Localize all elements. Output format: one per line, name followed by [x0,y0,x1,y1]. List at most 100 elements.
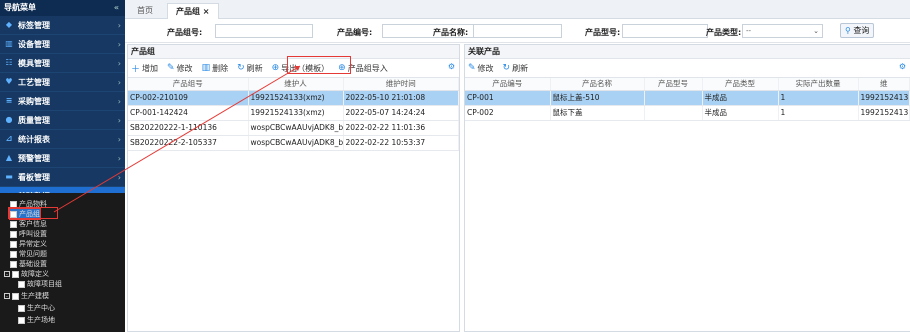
col-header[interactable]: 产品组号 [128,78,249,91]
highlight-box [287,56,351,74]
cell: CP-001 [465,90,551,106]
edit-button[interactable]: ✎ 修改 [468,63,494,74]
chevron-right-icon: › [117,97,121,106]
col-header[interactable]: 产品名称 [550,78,645,91]
col-header[interactable]: 维护人 [248,78,344,91]
cell: wospCBCwAAUvjADK8_b [248,135,344,151]
menu-report[interactable]: ⊿ 统计报表 › [0,130,125,149]
menu-process[interactable]: ♥ 工艺管理 › [0,73,125,92]
expand-icon[interactable]: - [4,271,10,278]
table-row[interactable]: SB20220222-1-110136 wospCBCwAAUvjADK8_b 20… [128,120,459,136]
table-row[interactable]: SB20220222-2-105337 wospCBCwAAUvjADK8_b 20… [128,135,459,151]
tree-item-production-model[interactable]: - 生产建模 [4,291,49,301]
menu-tag[interactable]: ◆ 标签管理 › [0,16,125,35]
cell: 鼠标下盖 [550,105,645,121]
add-button[interactable]: ＋增加 [131,62,158,75]
cell: 1992152413 [858,105,910,121]
cell: 1992152413 [858,90,910,106]
tree-item-call-settings[interactable]: 呼叫设置 [10,229,47,239]
product-model-label: 产品型号: [585,28,621,37]
tree-item-production-site[interactable]: 生产场地 [18,315,55,325]
gear-icon[interactable]: ⚙ [448,62,455,71]
board-icon: ▬ [5,172,13,181]
cell: 鼠标上盖-510 [550,90,645,106]
export-icon: ⊕ [271,63,280,73]
cell [644,105,703,121]
menu-device[interactable]: ▥ 设备管理 › [0,35,125,54]
expand-icon[interactable]: - [4,293,10,300]
tree-item-fault-group[interactable]: 故障项目组 [18,279,62,289]
col-header[interactable]: 维 [858,78,910,91]
cell: 半成品 [702,105,779,121]
cell: CP-002 [465,105,551,121]
menu-purchase[interactable]: ≡ 采购管理 › [0,92,125,111]
tree-item-production-center[interactable]: 生产中心 [18,303,55,313]
cell: CP-002-210109 [128,90,249,106]
chevron-right-icon: › [117,40,121,49]
chevron-right-icon: › [117,21,121,30]
menu-quality[interactable]: ● 质量管理 › [0,111,125,130]
refresh-icon: ↻ [502,63,511,73]
sidebar-title: 导航菜单 « [0,0,125,16]
table-row[interactable]: CP-002 鼠标下盖 半成品 1 1992152413 [465,105,910,121]
collapse-icon[interactable]: « [114,0,119,16]
trash-icon: ▥ [201,63,211,73]
cell: SB20220222-2-105337 [128,135,249,151]
tree-item-faq[interactable]: 常见问题 [10,249,47,259]
col-header[interactable]: 实际产出数量 [778,78,859,91]
col-header[interactable]: 产品编号 [465,78,551,91]
product-name-input[interactable] [473,24,562,38]
product-model-input[interactable] [622,24,708,38]
product-code-label: 产品编号: [337,28,373,37]
cell: wospCBCwAAUvjADK8_b [248,120,344,136]
cart-icon: ≡ [5,96,13,105]
tree-item-basic-settings[interactable]: 基础设置 [10,259,47,269]
query-button[interactable]: ⚲ 查询 [840,23,875,38]
search-icon: ⚲ [845,26,851,35]
tab-product-group[interactable]: 产品组 × [167,3,219,19]
table-row[interactable]: CP-001 鼠标上盖-510 半成品 1 1992152413 [465,90,910,106]
page-icon [18,280,25,288]
cell [644,90,703,106]
col-header[interactable]: 维护时间 [343,78,459,91]
menu-mold[interactable]: ☷ 模具管理 › [0,54,125,73]
chevron-right-icon: › [117,135,121,144]
refresh-button[interactable]: ↻ 刷新 [237,63,263,74]
gear-icon[interactable]: ⚙ [899,62,906,71]
refresh-button[interactable]: ↻ 刷新 [503,63,529,74]
page-icon [10,240,17,248]
chevron-right-icon: › [117,116,121,125]
product-type-label: 产品类型: [706,28,742,37]
col-header[interactable]: 产品类型 [702,78,779,91]
group-code-input[interactable] [215,24,313,38]
product-type-select[interactable]: -- ⌄ [742,24,823,38]
highlight-box [8,207,58,219]
delete-button[interactable]: ▥ 删除 [202,63,229,74]
chevron-right-icon: › [117,154,121,163]
pencil-icon: ✎ [167,63,175,73]
main-area: 首页 产品组 × 产品组号: 产品编号: 产品名称: 产品型号: 产品类型: -… [125,0,910,332]
tree-item-customer[interactable]: 客户信息 [10,219,47,229]
tab-home[interactable]: 首页 [129,3,161,19]
table-row[interactable]: CP-001-142424 19921524133(xmz) 2022-05-07 … [128,105,459,121]
pencil-icon: ✎ [468,63,476,73]
table-row[interactable]: CP-002-210109 19921524133(xmz) 2022-05-10 … [128,90,459,106]
tab-bar: 首页 产品组 × [125,0,910,19]
edit-button[interactable]: ✎ 修改 [167,63,193,74]
quality-icon: ● [5,115,13,124]
mold-icon: ☷ [5,58,13,67]
col-header[interactable]: 产品型号 [644,78,703,91]
page-icon [18,316,25,324]
cell: CP-001-142424 [128,105,249,121]
menu-board[interactable]: ▬ 看板管理 › [0,168,125,187]
tree-item-fault-def[interactable]: - 故障定义 [4,269,49,279]
alert-icon: ▲ [5,153,13,162]
product-name-label: 产品名称: [433,28,469,37]
menu-alert[interactable]: ▲ 预警管理 › [0,149,125,168]
cell: 19921524133(xmz) [248,90,344,106]
tree-item-exception-def[interactable]: 异常定义 [10,239,47,249]
table-header: 产品编号 产品名称 产品型号 产品类型 实际产出数量 维 [465,78,910,91]
device-icon: ▥ [5,39,13,48]
cell: SB20220222-1-110136 [128,120,249,136]
right-toolbar: ✎ 修改 ↻ 刷新 ⚙ [465,59,910,78]
